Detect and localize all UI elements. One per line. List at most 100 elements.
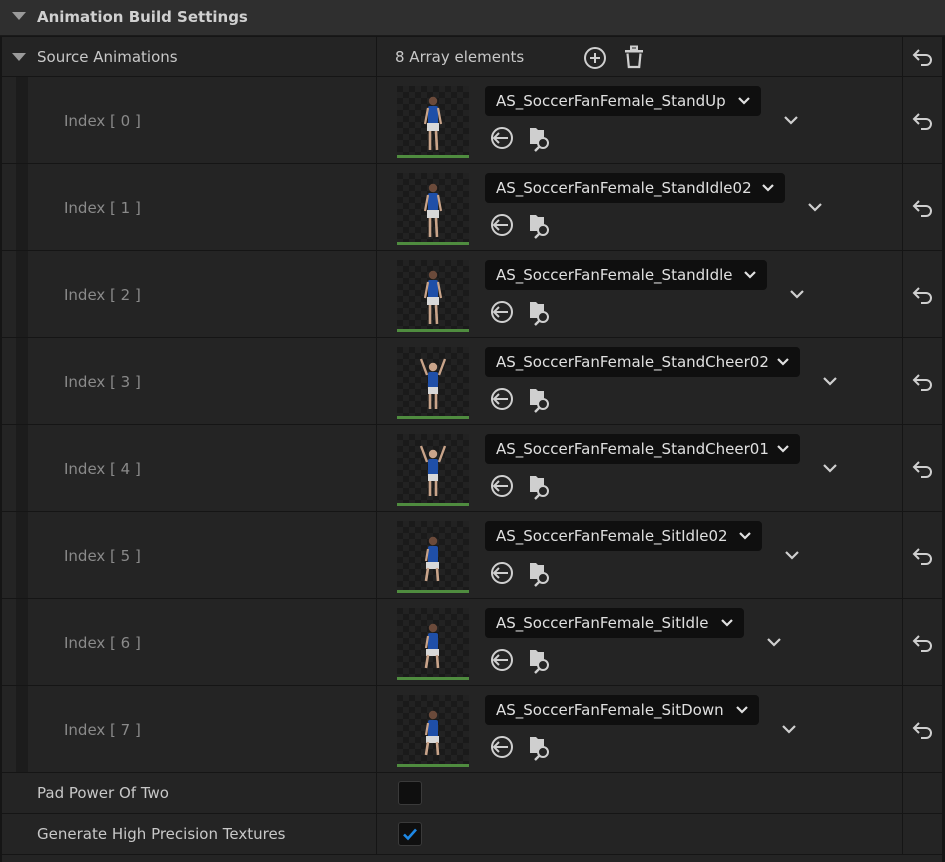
browse-folder-icon[interactable] — [530, 215, 549, 239]
array-element-row: Index [ 6 ] AS_SoccerFanFemale_SitIdle — [2, 599, 942, 686]
asset-name: AS_SoccerFanFemale_StandIdle02 — [496, 179, 752, 197]
array-element-value-cell: AS_SoccerFanFemale_StandIdle — [377, 251, 902, 337]
index-label: Index [ 0 ] — [64, 111, 141, 130]
character-thumbnail — [419, 358, 447, 409]
source-animations-reset-cell — [903, 37, 942, 76]
array-element-name-cell: Index [ 1 ] — [2, 164, 376, 250]
undo-arrow-icon[interactable] — [912, 111, 934, 131]
use-selected-arrow-icon[interactable] — [491, 127, 513, 149]
undo-arrow-icon[interactable] — [912, 546, 934, 566]
asset-combo-box[interactable]: AS_SoccerFanFemale_SitIdle — [485, 608, 744, 638]
undo-arrow-icon[interactable] — [912, 372, 934, 392]
details-panel: Source Animations 8 Array elements Index… — [2, 37, 942, 862]
use-selected-arrow-icon[interactable] — [491, 649, 513, 671]
asset-actions — [491, 388, 549, 413]
undo-arrow-icon[interactable] — [912, 633, 934, 653]
browse-folder-icon[interactable] — [530, 737, 549, 761]
undo-arrow-icon[interactable] — [912, 459, 934, 479]
array-element-value-cell: AS_SoccerFanFemale_StandIdle02 — [377, 164, 902, 250]
asset-thumbnail[interactable] — [397, 521, 469, 593]
chevron-down-icon[interactable] — [766, 633, 782, 651]
plus-circle-icon[interactable] — [583, 46, 607, 70]
index-label: Index [ 1 ] — [64, 198, 141, 217]
section-title: Animation Build Settings — [37, 8, 248, 26]
chevron-down-icon[interactable] — [807, 198, 823, 216]
browse-folder-icon[interactable] — [530, 389, 549, 413]
browse-folder-icon[interactable] — [530, 650, 549, 674]
browse-folder-icon[interactable] — [530, 476, 549, 500]
browse-folder-icon[interactable] — [530, 563, 549, 587]
use-selected-arrow-icon[interactable] — [491, 388, 513, 410]
character-thumbnail — [423, 183, 443, 238]
use-selected-arrow-icon[interactable] — [491, 562, 513, 584]
trash-icon[interactable] — [623, 45, 645, 69]
asset-name: AS_SoccerFanFemale_StandCheer02 — [496, 353, 769, 371]
index-rail — [16, 599, 28, 685]
use-selected-arrow-icon[interactable] — [491, 475, 513, 497]
asset-name: AS_SoccerFanFemale_StandUp — [496, 92, 726, 110]
pad-power-of-two-label: Pad Power Of Two — [37, 784, 169, 802]
chevron-down-icon — [777, 445, 789, 453]
chevron-down-icon[interactable] — [822, 459, 838, 477]
use-selected-arrow-icon[interactable] — [491, 736, 513, 758]
chevron-down-icon — [777, 358, 789, 366]
source-animations-name-cell[interactable]: Source Animations — [2, 37, 376, 76]
chevron-down-icon — [739, 532, 751, 540]
undo-arrow-icon[interactable] — [912, 720, 934, 740]
chevron-down-icon[interactable] — [781, 720, 797, 738]
character-thumbnail — [423, 270, 443, 325]
chevron-down-icon — [736, 706, 748, 714]
asset-thumbnail[interactable] — [397, 173, 469, 245]
asset-combo-box[interactable]: AS_SoccerFanFemale_StandUp — [485, 86, 761, 116]
high-precision-name-cell: Generate High Precision Textures — [2, 814, 376, 854]
array-element-reset-cell — [903, 512, 942, 598]
index-label: Index [ 4 ] — [64, 459, 141, 478]
index-rail — [16, 77, 28, 163]
high-precision-checkbox[interactable] — [398, 822, 422, 846]
section-header[interactable]: Animation Build Settings — [0, 0, 945, 36]
chevron-down-icon[interactable] — [783, 111, 799, 129]
high-precision-reset-cell — [903, 814, 942, 854]
asset-thumbnail[interactable] — [397, 695, 469, 767]
index-label: Index [ 6 ] — [64, 633, 141, 652]
asset-combo-box[interactable]: AS_SoccerFanFemale_SitIdle02 — [485, 521, 762, 551]
asset-actions — [491, 301, 549, 326]
array-element-row: Index [ 4 ] AS_SoccerFanFemale_StandChee… — [2, 425, 942, 512]
chevron-down-icon — [762, 184, 774, 192]
index-label: Index [ 3 ] — [64, 372, 141, 391]
asset-combo-box[interactable]: AS_SoccerFanFemale_StandCheer01 — [485, 434, 800, 464]
index-rail — [16, 164, 28, 250]
chevron-down-icon[interactable] — [784, 546, 800, 564]
chevron-down-icon[interactable] — [822, 372, 838, 390]
character-thumbnail — [419, 445, 447, 496]
asset-thumbnail[interactable] — [397, 347, 469, 419]
asset-combo-box[interactable]: AS_SoccerFanFemale_StandIdle02 — [485, 173, 785, 203]
undo-arrow-icon[interactable] — [912, 47, 934, 67]
undo-arrow-icon[interactable] — [912, 198, 934, 218]
use-selected-arrow-icon[interactable] — [491, 301, 513, 323]
use-selected-arrow-icon[interactable] — [491, 214, 513, 236]
triangle-down-icon[interactable] — [12, 53, 26, 61]
index-label: Index [ 2 ] — [64, 285, 141, 304]
asset-thumbnail[interactable] — [397, 86, 469, 158]
pad-power-of-two-checkbox[interactable] — [398, 781, 422, 805]
asset-thumbnail[interactable] — [397, 608, 469, 680]
chevron-down-icon[interactable] — [789, 285, 805, 303]
browse-folder-icon[interactable] — [530, 302, 549, 326]
index-rail — [16, 512, 28, 598]
asset-combo-box[interactable]: AS_SoccerFanFemale_SitDown — [485, 695, 759, 725]
array-element-value-cell: AS_SoccerFanFemale_SitIdle02 — [377, 512, 902, 598]
array-element-reset-cell — [903, 425, 942, 511]
pad-power-of-two-reset-cell — [903, 773, 942, 813]
asset-actions — [491, 649, 549, 674]
browse-folder-icon[interactable] — [530, 128, 549, 152]
array-element-name-cell: Index [ 4 ] — [2, 425, 376, 511]
character-thumbnail — [424, 710, 440, 756]
asset-combo-box[interactable]: AS_SoccerFanFemale_StandIdle — [485, 260, 767, 290]
asset-thumbnail[interactable] — [397, 260, 469, 332]
asset-name: AS_SoccerFanFemale_SitIdle02 — [496, 527, 728, 545]
asset-thumbnail[interactable] — [397, 434, 469, 506]
index-label: Index [ 7 ] — [64, 720, 141, 739]
undo-arrow-icon[interactable] — [912, 285, 934, 305]
asset-combo-box[interactable]: AS_SoccerFanFemale_StandCheer02 — [485, 347, 800, 377]
